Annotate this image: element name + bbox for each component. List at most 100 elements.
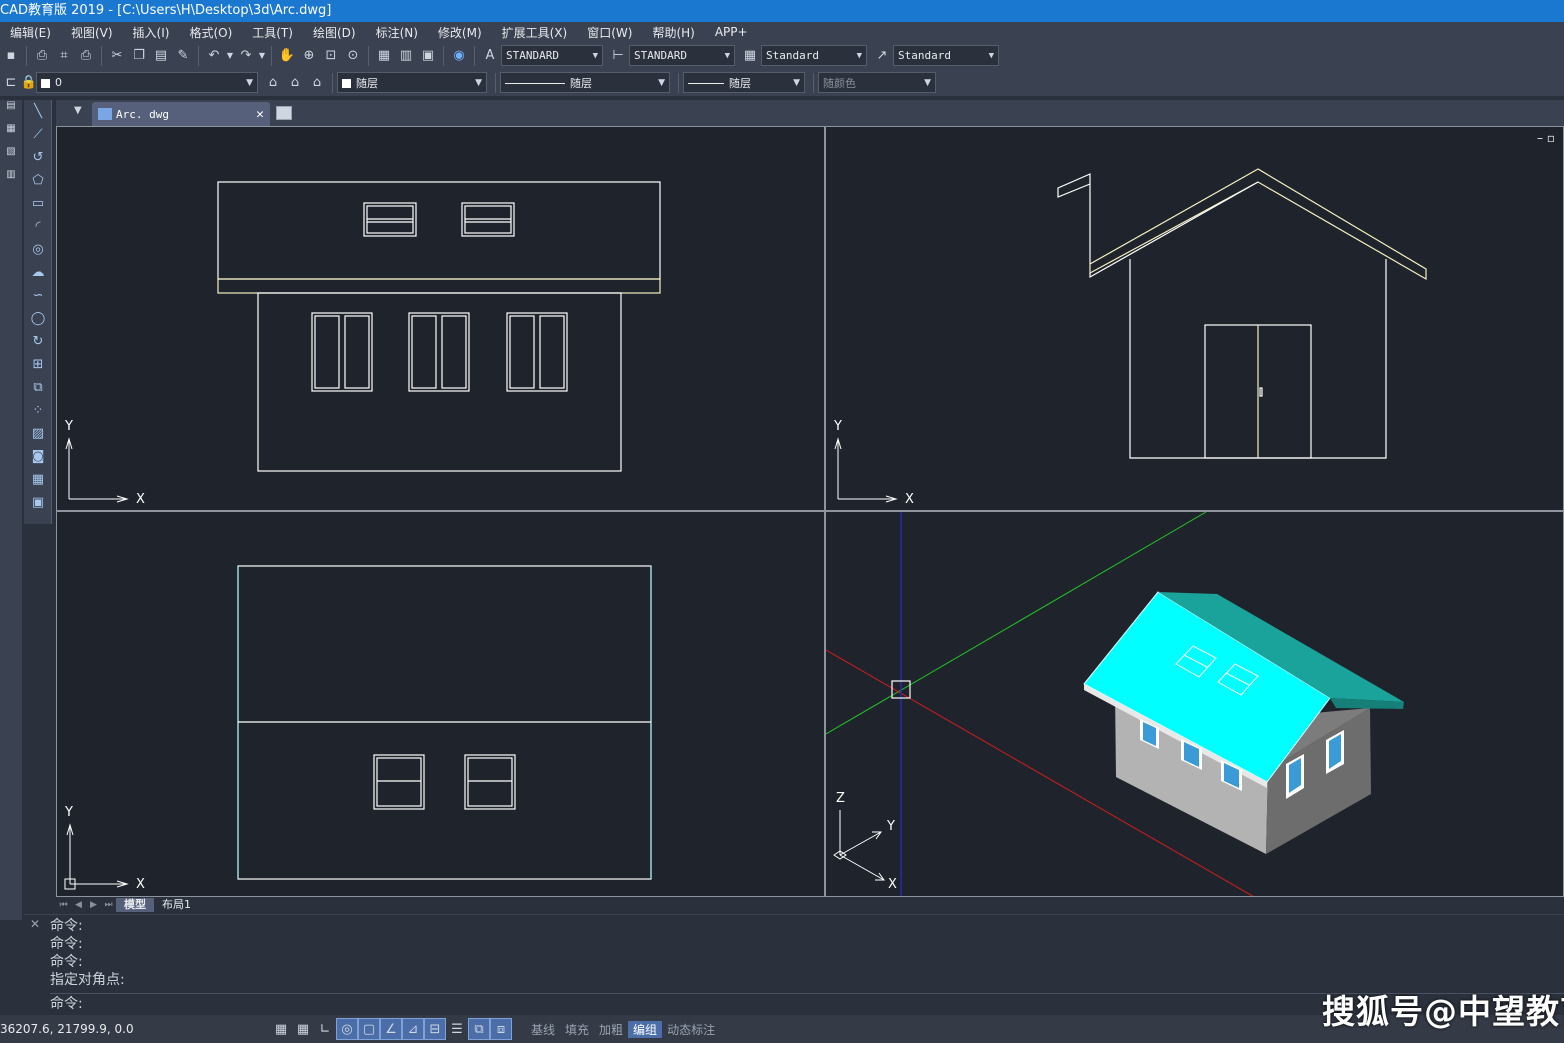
layer-state-icon[interactable]: ⌂ (306, 72, 328, 94)
multiline-text-icon[interactable]: ▣ (24, 491, 52, 514)
construction-line-icon[interactable]: ⟋ (24, 123, 52, 146)
save-icon[interactable]: ▪ (0, 45, 22, 67)
zoom-realtime-icon[interactable]: ⊕ (298, 45, 320, 67)
properties-icon[interactable]: ▦ (373, 45, 395, 67)
tool-palette-icon[interactable]: ▣ (417, 45, 439, 67)
table-style-select[interactable]: Standard ▼ (761, 45, 867, 66)
linetype-select[interactable]: 随层 ▼ (500, 72, 670, 93)
toggle-dynamic-dimension[interactable]: 动态标注 (662, 1021, 720, 1038)
eave-band (217, 278, 661, 294)
make-block-icon[interactable]: ⧉ (24, 376, 52, 399)
zoom-previous-icon[interactable]: ⊙ (342, 45, 364, 67)
circle-icon[interactable]: ◎ (24, 238, 52, 261)
close-icon[interactable]: ✕ (256, 107, 264, 122)
color-swatch (342, 79, 351, 88)
hatch-icon[interactable]: ▨ (24, 422, 52, 445)
toggle-fill[interactable]: 填充 (560, 1021, 594, 1038)
toggle-group[interactable]: 编组 (628, 1020, 663, 1038)
point-icon[interactable]: ⁘ (24, 399, 52, 422)
ellipse-icon[interactable]: ◯ (24, 307, 52, 330)
plot-style-select[interactable]: 随颜色 ▼ (818, 72, 936, 93)
menu-insert[interactable]: 插入(I) (123, 24, 180, 41)
isometric-3d-drawing: Z Y X (826, 512, 1404, 896)
ellipse-arc-icon[interactable]: ↻ (24, 330, 52, 353)
prev-layout-icon[interactable]: ◀ (71, 900, 86, 910)
print-preview-icon[interactable]: ⌗ (53, 45, 75, 67)
line-icon[interactable]: ╲ (24, 100, 52, 123)
rectangle-icon[interactable]: ▭ (24, 192, 52, 215)
menu-format[interactable]: 格式(O) (179, 24, 242, 41)
undo-dropdown-icon[interactable]: ▼ (225, 45, 235, 67)
tab-list-chevron-icon[interactable]: ▼ (74, 105, 82, 116)
layer-previous-icon[interactable]: ⌂ (284, 72, 306, 94)
tab-model[interactable]: 模型 (116, 898, 154, 912)
lineweight-select[interactable]: 随层 ▼ (683, 72, 805, 93)
viewport-isometric[interactable]: Z Y X (825, 511, 1564, 897)
dim-style-select[interactable]: STANDARD ▼ (629, 45, 735, 66)
snap-icon[interactable]: ▦ (292, 1018, 314, 1040)
next-layout-icon[interactable]: ▶ (86, 900, 101, 910)
object-snap-icon[interactable]: ▢ (358, 1018, 380, 1040)
viewport-maximize-icon[interactable]: – ▫ (1537, 131, 1555, 145)
polyline-icon[interactable]: ↺ (24, 146, 52, 169)
polar-tracking-icon[interactable]: ◎ (336, 1018, 358, 1040)
last-layout-icon[interactable]: ⏭ (101, 900, 116, 910)
undo-icon[interactable]: ↶ (203, 45, 225, 67)
menu-window[interactable]: 窗口(W) (577, 24, 642, 41)
close-icon[interactable]: ✕ (30, 917, 40, 931)
polygon-icon[interactable]: ⬠ (24, 169, 52, 192)
print-icon[interactable]: ⎙ (31, 45, 53, 67)
help-icon[interactable]: ◉ (448, 45, 470, 67)
toggle-baseline[interactable]: 基线 (526, 1021, 560, 1038)
redo-icon[interactable]: ↷ (235, 45, 257, 67)
spline-icon[interactable]: ∽ (24, 284, 52, 307)
zoom-window-icon[interactable]: ⊡ (320, 45, 342, 67)
selection-cycling-icon[interactable]: ⧈ (490, 1018, 512, 1040)
region-icon[interactable]: ◙ (24, 445, 52, 468)
menu-modify[interactable]: 修改(M) (428, 24, 492, 41)
redo-dropdown-icon[interactable]: ▼ (257, 45, 267, 67)
arc-icon[interactable]: ◜ (24, 215, 52, 238)
dynamic-ucs-icon[interactable]: ⊿ (402, 1018, 424, 1040)
tab-layout1[interactable]: 布局1 (154, 898, 199, 912)
menu-help[interactable]: 帮助(H) (642, 24, 704, 41)
viewport-top[interactable]: Y X (56, 511, 825, 897)
layer-manager-icon[interactable]: ⊏ (0, 72, 22, 94)
viewport-side[interactable]: Y X – ▫ (825, 126, 1564, 511)
menu-view[interactable]: 视图(V) (61, 24, 123, 41)
grid-icon[interactable]: ▦ (270, 1018, 292, 1040)
menu-extensions[interactable]: 扩展工具(X) (492, 24, 578, 41)
publish-icon[interactable]: ⎙ (75, 45, 97, 67)
copy-icon[interactable]: ❐ (128, 45, 150, 67)
table-icon[interactable]: ▦ (24, 468, 52, 491)
revision-cloud-icon[interactable]: ☁ (24, 261, 52, 284)
text-style-select[interactable]: STANDARD ▼ (501, 45, 603, 66)
new-tab-icon[interactable] (276, 106, 292, 120)
match-properties-icon[interactable]: ✎ (172, 45, 194, 67)
menu-app[interactable]: APP+ (705, 25, 758, 39)
menu-dimension[interactable]: 标注(N) (366, 24, 428, 41)
ortho-icon[interactable]: ∟ (314, 1018, 336, 1040)
toggle-bold[interactable]: 加粗 (594, 1021, 628, 1038)
menu-draw[interactable]: 绘图(D) (303, 24, 366, 41)
first-layout-icon[interactable]: ⏮ (56, 900, 71, 910)
lineweight-icon[interactable]: ☰ (446, 1018, 468, 1040)
dynamic-input-icon[interactable]: ⊟ (424, 1018, 446, 1040)
cut-icon[interactable]: ✂ (106, 45, 128, 67)
design-center-icon[interactable]: ▥ (395, 45, 417, 67)
layer-lock-icon[interactable]: 🔒 (21, 72, 37, 94)
insert-block-icon[interactable]: ⊞ (24, 353, 52, 376)
pan-icon[interactable]: ✋ (276, 45, 298, 67)
layer-select[interactable]: 0 ▼ (36, 72, 258, 93)
transparency-icon[interactable]: ⧉ (468, 1018, 490, 1040)
object-snap-tracking-icon[interactable]: ∠ (380, 1018, 402, 1040)
multileader-style-select[interactable]: Standard ▼ (893, 45, 999, 66)
viewport-front[interactable]: Y X (56, 126, 825, 511)
menu-edit[interactable]: 编辑(E) (0, 24, 61, 41)
document-tab[interactable]: Arc. dwg ✕ (92, 102, 270, 126)
menu-tools[interactable]: 工具(T) (242, 24, 303, 41)
axis-x-label: X (136, 877, 145, 892)
paste-icon[interactable]: ▤ (150, 45, 172, 67)
make-current-layer-icon[interactable]: ⌂ (262, 72, 284, 94)
color-select[interactable]: 随层 ▼ (337, 72, 487, 93)
